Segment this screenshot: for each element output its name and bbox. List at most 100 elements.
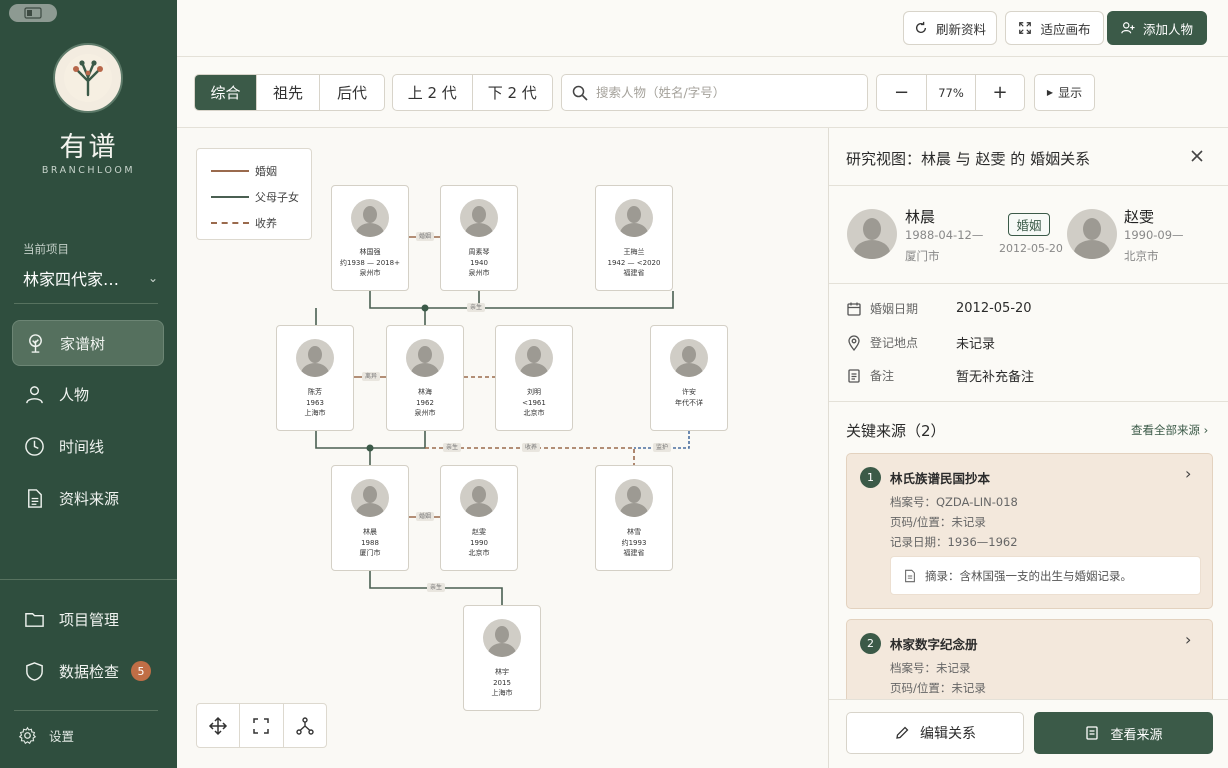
person-name: 王梅兰 — [623, 248, 645, 256]
calendar-icon — [847, 302, 861, 316]
app-subtitle: BRANCHLOOM — [41, 165, 136, 176]
tab-ancestors[interactable]: 祖先 — [257, 75, 320, 110]
generation-tabs: 上 2 代 下 2 代 — [392, 74, 553, 111]
person-a-name: 林晨 — [905, 208, 936, 226]
location-pin-icon — [848, 334, 860, 351]
person-card[interactable]: 林宇 2015 上海市 — [463, 605, 541, 711]
source-name: 林氏族谱民国抄本 — [890, 471, 991, 486]
avatar — [515, 339, 553, 377]
person-card-selected[interactable]: 林晨 1988 厦门市 — [331, 465, 409, 571]
relation-tag: 亲生 — [467, 303, 486, 312]
person-card[interactable]: 林雪 约1993 福建省 — [595, 465, 673, 571]
person-card[interactable]: 周素琴 1940 泉州市 — [440, 185, 518, 291]
settings-button[interactable]: 设置 — [18, 726, 74, 745]
nav-item-timeline[interactable]: 时间线 — [12, 423, 164, 469]
person-years: 1963 — [306, 398, 324, 407]
person-card[interactable]: 陈芳 1963 上海市 — [276, 325, 354, 431]
person-years: 1942 — <2020 — [607, 258, 661, 267]
view-source-button[interactable]: 查看来源 — [1034, 712, 1213, 754]
person-years: 1940 — [470, 258, 488, 267]
source-card[interactable]: 1 林氏族谱民国抄本 › 档案号：QZDA-LIN-018 页码/位置：未记录 … — [846, 453, 1213, 609]
window-control-button[interactable] — [9, 4, 57, 22]
nav-label: 时间线 — [59, 437, 105, 456]
nav-label: 项目管理 — [59, 610, 120, 629]
divider — [829, 699, 1228, 700]
person-card[interactable]: 王梅兰 1942 — <2020 福建省 — [595, 185, 673, 291]
edit-relation-button[interactable]: 编辑关系 — [846, 712, 1024, 754]
move-icon — [209, 716, 228, 735]
person-card[interactable]: 刘明 <1961 北京市 — [495, 325, 573, 431]
person-card[interactable]: 林海 1962 泉州市 — [386, 325, 464, 431]
person-card-selected[interactable]: 赵雯 1990 北京市 — [440, 465, 518, 571]
refresh-label: 刷新资料 — [935, 21, 986, 37]
field-registration-place: 登记地点 未记录 — [846, 333, 995, 352]
research-panel: 研究视图：林晨 与 赵雯 的 婚姻关系 林晨 1988-04-12— 厦门市 婚… — [828, 128, 1228, 768]
source-page: 页码/位置：未记录 — [890, 681, 986, 695]
union-node — [366, 444, 374, 452]
divider — [829, 283, 1228, 284]
person-name: 林宇 — [495, 668, 509, 676]
person-place: 泉州市 — [414, 409, 436, 417]
document-icon — [905, 569, 915, 582]
person-name: 刘明 — [527, 388, 541, 396]
tab-descendants[interactable]: 后代 — [320, 75, 384, 110]
refresh-data-button[interactable]: 刷新资料 — [903, 11, 997, 45]
avatar — [615, 479, 653, 517]
person-card[interactable]: 许安 年代不详 — [650, 325, 728, 431]
person-years: 1962 — [416, 398, 434, 407]
person-years: 1990 — [470, 538, 488, 547]
field-value: 未记录 — [956, 337, 996, 352]
display-options-button[interactable]: ▶ 显示 — [1034, 74, 1095, 111]
search-input[interactable] — [596, 85, 856, 100]
view-all-sources-link[interactable]: 查看全部来源 › — [1131, 422, 1208, 438]
close-icon[interactable] — [1187, 146, 1207, 166]
frame-icon — [253, 717, 270, 734]
nav-item-projects[interactable]: 项目管理 — [12, 596, 164, 642]
tab-overview[interactable]: 综合 — [195, 75, 257, 110]
family-tree-canvas[interactable]: 婚姻 父母子女 收养 婚姻 亲生 离异 亲生 收养 监护 婚姻 亲生 林国强 约1… — [177, 128, 828, 768]
source-card[interactable]: 2 林家数字纪念册 › 档案号：未记录 页码/位置：未记录 — [846, 619, 1213, 699]
search-icon — [572, 85, 588, 101]
field-value: 2012-05-20 — [956, 301, 1032, 316]
divider — [0, 579, 177, 580]
legend: 婚姻 父母子女 收养 — [196, 148, 312, 240]
nav-item-people[interactable]: 人物 — [12, 371, 164, 417]
nav-item-tree[interactable]: 家谱树 — [12, 320, 164, 366]
hierarchy-icon — [296, 716, 314, 735]
app-logo — [53, 43, 123, 113]
person-b-name: 赵雯 — [1124, 208, 1155, 226]
avatar — [296, 339, 334, 377]
pan-button[interactable] — [197, 704, 241, 747]
person-place: 福建省 — [623, 269, 645, 277]
person-name: 周素琴 — [468, 248, 490, 256]
person-name: 许安 — [682, 388, 696, 396]
nav-label: 家谱树 — [60, 334, 106, 353]
person-place: 泉州市 — [359, 269, 381, 277]
divider — [829, 401, 1228, 402]
fit-canvas-button[interactable]: 适应画布 — [1005, 11, 1104, 45]
tab-up-2-generations[interactable]: 上 2 代 — [393, 75, 473, 110]
relation-badge: 婚姻 — [1008, 213, 1050, 236]
zoom-out-button[interactable]: − — [877, 75, 927, 110]
add-person-button[interactable]: 添加人物 — [1107, 11, 1207, 45]
tab-down-2-generations[interactable]: 下 2 代 — [473, 75, 553, 110]
layout-button[interactable] — [284, 704, 326, 747]
nav-item-data-check[interactable]: 数据检查 5 — [12, 648, 164, 694]
project-name: 林家四代家… — [23, 270, 120, 289]
fit-view-button[interactable] — [240, 704, 284, 747]
person-years: 约1993 — [621, 538, 647, 547]
sidebar-toggle-icon — [24, 7, 42, 19]
person-place: 泉州市 — [468, 269, 490, 277]
person-name: 林晨 — [363, 528, 377, 536]
zoom-in-button[interactable]: + — [976, 75, 1024, 110]
avatar — [406, 339, 444, 377]
field-label: 婚姻日期 — [870, 302, 919, 316]
source-number: 2 — [860, 633, 881, 654]
person-card[interactable]: 林国强 约1938 — 2018+ 泉州市 — [331, 185, 409, 291]
project-selector[interactable]: 林家四代家… ⌄ — [23, 266, 158, 290]
chevron-right-icon: › — [1185, 630, 1192, 649]
nav-item-sources[interactable]: 资料来源 — [12, 475, 164, 521]
book-icon — [1086, 726, 1099, 740]
canvas-controls — [196, 703, 327, 748]
person-name: 林海 — [418, 388, 432, 396]
